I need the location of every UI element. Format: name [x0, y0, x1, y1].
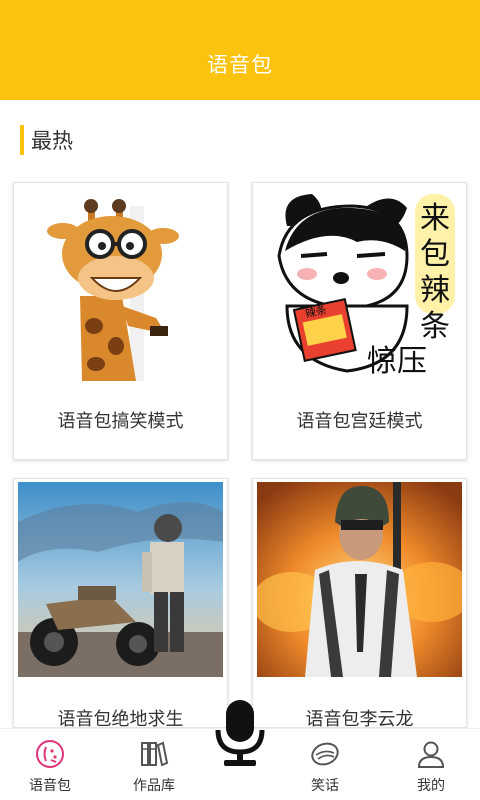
- record-button[interactable]: [212, 698, 268, 770]
- sticker-text-4: 条: [420, 309, 450, 344]
- sticker-text-5: 惊压: [367, 344, 427, 379]
- sticker-text-2: 包: [420, 237, 450, 272]
- voice-pack-card-pubg[interactable]: 语音包绝地求生: [13, 478, 228, 730]
- nav-label: 笑话: [311, 778, 339, 794]
- nav-label: 我的: [417, 778, 445, 794]
- section-accent-bar: [20, 125, 24, 155]
- page-title: 语音包: [207, 53, 273, 77]
- sticker-text-3: 辣: [420, 273, 450, 308]
- voice-pack-icon: [36, 740, 64, 768]
- card-label: 语音包搞笑模式: [57, 411, 184, 432]
- library-icon: [141, 741, 169, 767]
- dog-sticker-image: 辣条 来 包 辣 条 惊压: [257, 186, 462, 381]
- microphone-icon: [215, 700, 265, 766]
- top-bar: 语音包: [0, 0, 480, 100]
- helmet-soldier-image: [257, 482, 462, 677]
- card-label: 语音包宫廷模式: [296, 411, 423, 432]
- voice-pack-card-liyunlong[interactable]: 语音包李云龙: [252, 478, 467, 730]
- voice-pack-card-funny[interactable]: 语音包搞笑模式: [13, 182, 228, 460]
- nav-item-jokes[interactable]: 笑话: [285, 729, 365, 800]
- joke-icon: [311, 742, 339, 766]
- nav-item-voice-pack[interactable]: 语音包: [10, 729, 90, 800]
- nav-item-library[interactable]: 作品库: [114, 729, 194, 800]
- nav-label: 语音包: [29, 778, 71, 794]
- voice-pack-card-palace[interactable]: 辣条 来 包 辣 条 惊压 语音包宫廷模式: [252, 182, 467, 460]
- nav-item-profile[interactable]: 我的: [391, 729, 471, 800]
- section-header: 最热: [20, 124, 73, 156]
- profile-icon: [417, 741, 445, 768]
- giraffe-image: [18, 186, 223, 381]
- sticker-text-1: 来: [420, 201, 450, 236]
- section-title: 最热: [31, 129, 73, 153]
- nav-label: 作品库: [133, 778, 175, 794]
- motorcycle-soldier-image: [18, 482, 223, 677]
